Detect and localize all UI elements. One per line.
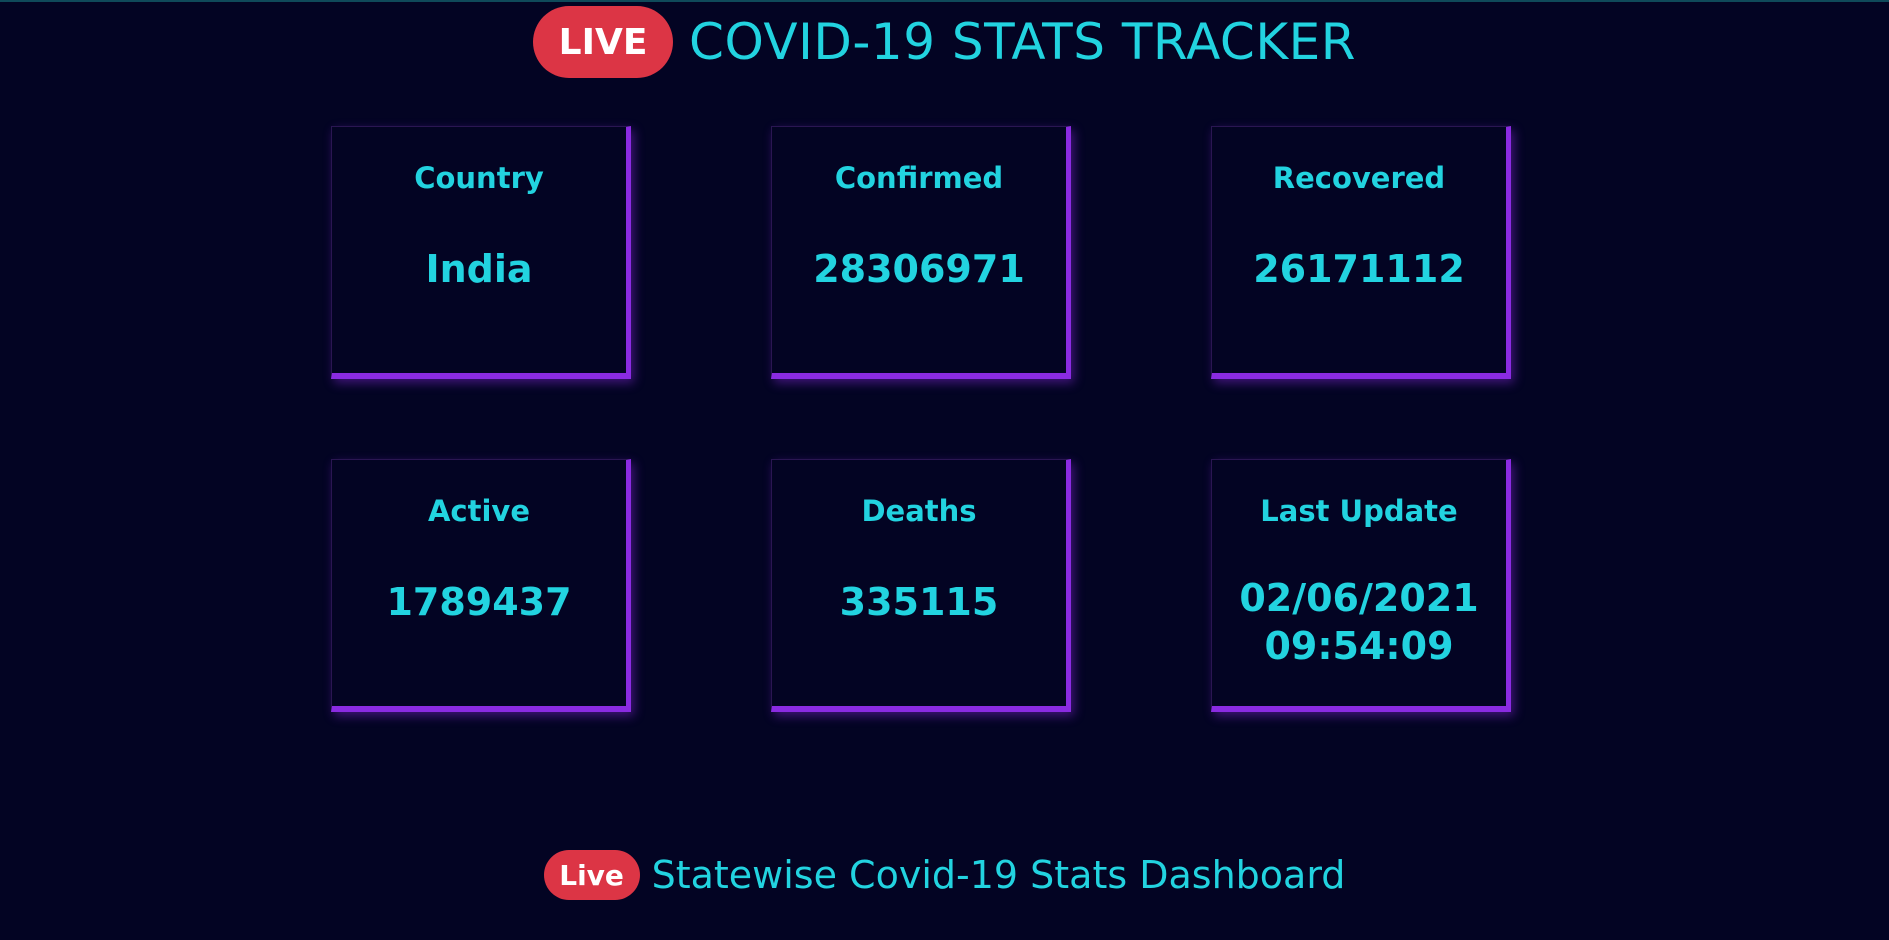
last-update-date: 02/06/2021: [1239, 576, 1479, 620]
card-label: Country: [414, 161, 544, 195]
card-value: 1789437: [386, 580, 572, 624]
live-badge: LIVE: [533, 6, 674, 78]
stat-card-deaths: Deaths 335115: [771, 459, 1071, 712]
page: LIVE COVID-19 STATS TRACKER Country Indi…: [0, 0, 1889, 940]
card-label: Recovered: [1272, 161, 1446, 195]
card-label: Deaths: [861, 494, 977, 528]
stat-card-country: Country India: [331, 126, 631, 379]
live-badge: Live: [543, 850, 640, 900]
statewise-dashboard-link[interactable]: Live Statewise Covid-19 Stats Dashboard: [0, 850, 1889, 900]
card-value: 335115: [839, 580, 999, 624]
stats-grid: Country India Confirmed 28306971 Recover…: [331, 126, 1511, 712]
card-value: India: [425, 247, 533, 291]
card-label: Active: [427, 494, 530, 528]
stat-card-active: Active 1789437: [331, 459, 631, 712]
page-header: LIVE COVID-19 STATS TRACKER: [0, 6, 1889, 78]
last-update-time: 09:54:09: [1264, 624, 1454, 668]
card-label: Confirmed: [834, 161, 1004, 195]
stat-card-recovered: Recovered 26171112: [1211, 126, 1511, 379]
stat-card-last-update: Last Update 02/06/2021 09:54:09: [1211, 459, 1511, 712]
statewise-dashboard-link-text[interactable]: Statewise Covid-19 Stats Dashboard: [652, 853, 1346, 897]
card-value: 28306971: [813, 247, 1025, 291]
card-value: 26171112: [1253, 247, 1465, 291]
card-label: Last Update: [1260, 494, 1458, 528]
stat-card-confirmed: Confirmed 28306971: [771, 126, 1071, 379]
card-value: 02/06/2021 09:54:09: [1239, 574, 1478, 670]
page-title: COVID-19 STATS TRACKER: [689, 13, 1356, 71]
